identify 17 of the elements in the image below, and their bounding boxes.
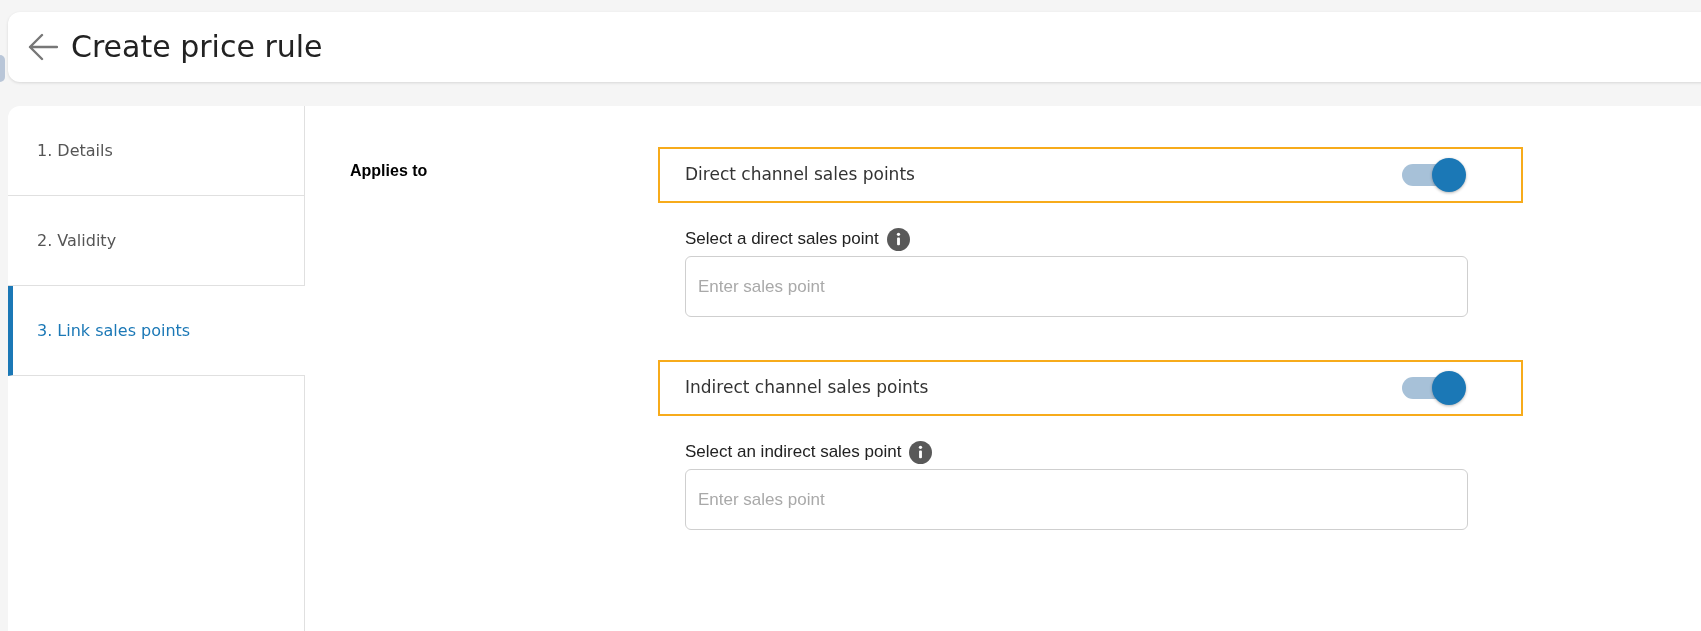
toggle-switch[interactable] (1402, 371, 1466, 405)
section-label: Applies to (350, 162, 428, 179)
channel-title: Direct channel sales points (685, 163, 915, 187)
step-tab[interactable]: 1. Details (8, 106, 305, 196)
toggle-switch[interactable] (1402, 158, 1466, 192)
sales-point-input[interactable]: Enter sales point (685, 469, 1468, 530)
info-icon (886, 227, 910, 251)
sales-point-input[interactable]: Enter sales point (685, 256, 1468, 317)
back-button[interactable] (28, 33, 58, 61)
step-tab[interactable]: 3. Link sales points (8, 286, 305, 376)
arrow-left-icon (28, 33, 58, 61)
field-label: Select an indirect sales point (685, 441, 902, 464)
info-icon (909, 440, 933, 464)
page-title: Create price rule (71, 32, 323, 62)
channel-title: Indirect channel sales points (685, 376, 929, 400)
step-tab[interactable]: 2. Validity (8, 196, 305, 286)
field-label: Select a direct sales point (685, 228, 879, 251)
